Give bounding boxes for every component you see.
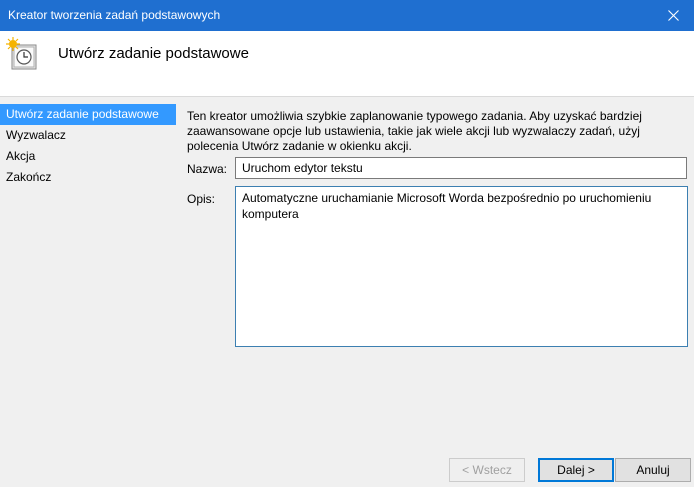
step-action[interactable]: Akcja [0,146,178,167]
task-scheduler-icon [6,37,37,70]
step-finish[interactable]: Zakończ [0,167,178,188]
cancel-button[interactable]: Anuluj [615,458,691,482]
back-button[interactable]: < Wstecz [449,458,525,482]
name-label: Nazwa: [187,162,228,176]
close-button[interactable] [654,0,694,31]
wizard-steps: Utwórz zadanie podstawowe Wyzwalacz Akcj… [0,104,178,188]
close-icon [668,10,679,21]
description-label: Opis: [187,192,216,206]
page-title: Utwórz zadanie podstawowe [58,45,249,62]
step-trigger[interactable]: Wyzwalacz [0,125,178,146]
name-field[interactable]: Uruchom edytor tekstu [235,157,687,179]
title-bar: Kreator tworzenia zadań podstawowych [0,0,694,31]
window-title: Kreator tworzenia zadań podstawowych [8,8,221,22]
wizard-description: Ten kreator umożliwia szybkie zaplanowan… [187,109,642,153]
step-create-basic-task[interactable]: Utwórz zadanie podstawowe [0,104,176,125]
wizard-header: Utwórz zadanie podstawowe [0,31,694,97]
description-field[interactable]: Automatyczne uruchamianie Microsoft Word… [235,186,688,347]
next-button[interactable]: Dalej > [538,458,614,482]
